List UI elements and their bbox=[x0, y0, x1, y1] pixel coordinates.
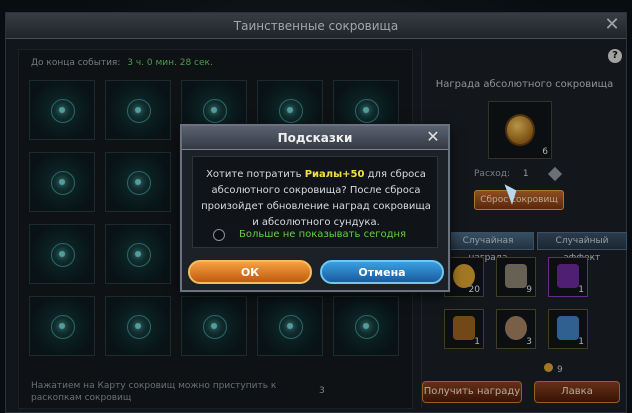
dialog-body: Хотите потратить Риалы+50 для сброса абс… bbox=[192, 156, 438, 248]
message-part1: Хотите потратить bbox=[206, 169, 305, 180]
ok-button[interactable]: ОК bbox=[188, 260, 312, 284]
close-icon[interactable]: ✕ bbox=[423, 127, 443, 147]
hint-dialog: Подсказки ✕ Хотите потратить Риалы+50 дл… bbox=[180, 124, 450, 292]
dialog-title: Подсказки bbox=[182, 126, 448, 150]
dialog-message: Хотите потратить Риалы+50 для сброса абс… bbox=[199, 167, 433, 231]
dont-show-checkbox[interactable] bbox=[213, 229, 225, 241]
dont-show-label[interactable]: Больше не показывать сегодня bbox=[239, 229, 406, 240]
cancel-button[interactable]: Отмена bbox=[320, 260, 444, 284]
currency-amount: Риалы+50 bbox=[304, 169, 365, 180]
